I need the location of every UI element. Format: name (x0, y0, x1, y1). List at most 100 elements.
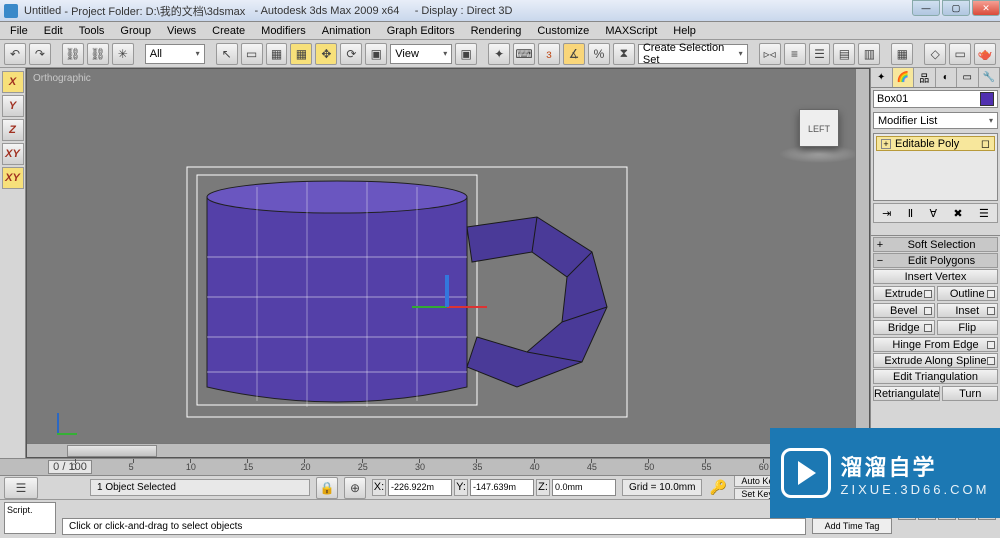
menu-file[interactable]: File (2, 23, 36, 39)
viewport-vscrollbar[interactable] (855, 69, 869, 443)
select-button[interactable]: ↖ (216, 43, 238, 65)
menu-tools[interactable]: Tools (71, 23, 113, 39)
use-center-button[interactable]: ▣ (455, 43, 477, 65)
insert-vertex-button[interactable]: Insert Vertex (873, 269, 998, 284)
bridge-button[interactable]: Bridge (873, 320, 935, 335)
select-manipulate-button[interactable]: ✦ (488, 43, 510, 65)
tab-create[interactable]: ✦ (871, 68, 893, 87)
make-unique-icon[interactable]: ∀ (930, 207, 938, 220)
keyboard-shortcut-button[interactable]: ⌨ (513, 43, 535, 65)
bevel-button[interactable]: Bevel (873, 303, 935, 318)
menu-animation[interactable]: Animation (314, 23, 379, 39)
material-editor-button[interactable]: ▦ (891, 43, 913, 65)
constrain-xy-button[interactable]: XY (2, 143, 24, 165)
constrain-xy2-button[interactable]: XY (2, 167, 24, 189)
layer-manager-button[interactable]: ☰ (809, 43, 831, 65)
rendered-frame-button[interactable]: ▭ (949, 43, 971, 65)
constrain-y-button[interactable]: Y (2, 95, 24, 117)
menu-customize[interactable]: Customize (529, 23, 597, 39)
menu-graph-editors[interactable]: Graph Editors (379, 23, 463, 39)
maxscript-mini-listener[interactable]: Script. (4, 502, 56, 534)
render-production-button[interactable]: 🫖 (974, 43, 996, 65)
menu-views[interactable]: Views (159, 23, 204, 39)
menu-maxscript[interactable]: MAXScript (597, 23, 665, 39)
inset-button[interactable]: Inset (937, 303, 999, 318)
stack-editable-poly[interactable]: + Editable Poly ◻ (876, 136, 995, 151)
rollout-soft-selection[interactable]: +Soft Selection (873, 237, 998, 252)
show-end-result-icon[interactable]: Ⅱ (908, 207, 913, 220)
viewcube[interactable]: LEFT (799, 109, 839, 147)
tab-modify[interactable]: 🌈 (893, 68, 915, 87)
extrude-along-spline-button[interactable]: Extrude Along Spline (873, 353, 998, 368)
object-color-swatch[interactable] (980, 92, 994, 106)
expand-icon[interactable]: + (881, 139, 891, 149)
mirror-button[interactable]: ▹◃ (759, 43, 781, 65)
configure-sets-icon[interactable]: ☰ (979, 207, 989, 220)
time-config-icon[interactable]: ☰ (4, 477, 38, 499)
main-toolbar: ↶ ↷ ⛓ ⛓ ✳ All ↖ ▭ ▦ ▦ ✥ ⟳ ▣ View ▣ ✦ ⌨ ɜ… (0, 40, 1000, 68)
select-region-button[interactable]: ▦ (266, 43, 288, 65)
add-time-tag-button[interactable]: Add Time Tag (812, 518, 892, 534)
x-input[interactable]: -226.922m (388, 479, 452, 496)
lock-selection-icon[interactable]: 🔒 (316, 477, 338, 499)
spinner-snap-button[interactable]: ⧗ (613, 43, 635, 65)
menu-group[interactable]: Group (112, 23, 159, 39)
pin-stack-icon[interactable]: ⇥ (882, 207, 891, 220)
turn-button[interactable]: Turn (942, 386, 998, 401)
hinge-from-edge-button[interactable]: Hinge From Edge (873, 337, 998, 352)
viewport[interactable]: Orthographic LEFT (26, 68, 870, 458)
maximize-button[interactable]: ▢ (942, 0, 970, 16)
z-input[interactable]: 0.0mm (552, 479, 616, 496)
viewport-hscrollbar[interactable] (27, 443, 869, 457)
redo-button[interactable]: ↷ (29, 43, 51, 65)
undo-button[interactable]: ↶ (4, 43, 26, 65)
menu-create[interactable]: Create (204, 23, 253, 39)
angle-snap-button[interactable]: ∡ (563, 43, 585, 65)
named-selection-dropdown[interactable]: Create Selection Set (638, 44, 748, 64)
tab-motion[interactable]: ◐ (936, 68, 958, 87)
snap-toggle-button[interactable]: ɜ (538, 43, 560, 65)
menu-help[interactable]: Help (665, 23, 704, 39)
extrude-button[interactable]: Extrude (873, 286, 935, 301)
bind-spacewarp-button[interactable]: ✳ (112, 43, 134, 65)
align-button[interactable]: ≡ (784, 43, 806, 65)
select-scale-button[interactable]: ▣ (365, 43, 387, 65)
tab-display[interactable]: ▭ (957, 68, 979, 87)
selection-filter-dropdown[interactable]: All (145, 44, 205, 64)
menu-modifiers[interactable]: Modifiers (253, 23, 314, 39)
y-input[interactable]: -147.639m (470, 479, 534, 496)
select-move-button[interactable]: ✥ (315, 43, 337, 65)
edit-triangulation-button[interactable]: Edit Triangulation (873, 369, 998, 384)
title-folder: - Project Folder: D:\我的文档\3dsmax (64, 3, 245, 19)
unlink-button[interactable]: ⛓ (87, 43, 109, 65)
modifier-stack[interactable]: + Editable Poly ◻ (873, 133, 998, 201)
select-rotate-button[interactable]: ⟳ (340, 43, 362, 65)
tab-utilities[interactable]: 🔧 (979, 68, 1000, 87)
schematic-view-button[interactable]: ▥ (858, 43, 880, 65)
render-setup-button[interactable]: ◇ (924, 43, 946, 65)
window-crossing-button[interactable]: ▦ (290, 43, 312, 65)
key-mode-icon[interactable]: 🔑 (708, 478, 728, 498)
percent-snap-button[interactable]: % (588, 43, 610, 65)
retriangulate-button[interactable]: Retriangulate (873, 386, 940, 401)
ref-coord-dropdown[interactable]: View (390, 44, 452, 64)
constrain-x-button[interactable]: X (2, 71, 24, 93)
flip-button[interactable]: Flip (937, 320, 999, 335)
rollout-edit-polygons[interactable]: −Edit Polygons (873, 253, 998, 268)
menu-bar: File Edit Tools Group Views Create Modif… (0, 22, 1000, 40)
minimize-button[interactable]: — (912, 0, 940, 16)
y-label: Y: (454, 479, 468, 496)
absolute-transform-icon[interactable]: ⊕ (344, 477, 366, 499)
link-button[interactable]: ⛓ (62, 43, 84, 65)
outline-button[interactable]: Outline (937, 286, 999, 301)
menu-edit[interactable]: Edit (36, 23, 71, 39)
modifier-list-dropdown[interactable]: Modifier List (873, 112, 998, 129)
remove-modifier-icon[interactable]: ✖ (953, 207, 962, 220)
object-name-field[interactable]: Box01 (873, 90, 998, 108)
tab-hierarchy[interactable]: 品 (914, 68, 936, 87)
constrain-z-button[interactable]: Z (2, 119, 24, 141)
menu-rendering[interactable]: Rendering (463, 23, 530, 39)
close-button[interactable]: ✕ (972, 0, 1000, 16)
select-by-name-button[interactable]: ▭ (241, 43, 263, 65)
curve-editor-button[interactable]: ▤ (833, 43, 855, 65)
